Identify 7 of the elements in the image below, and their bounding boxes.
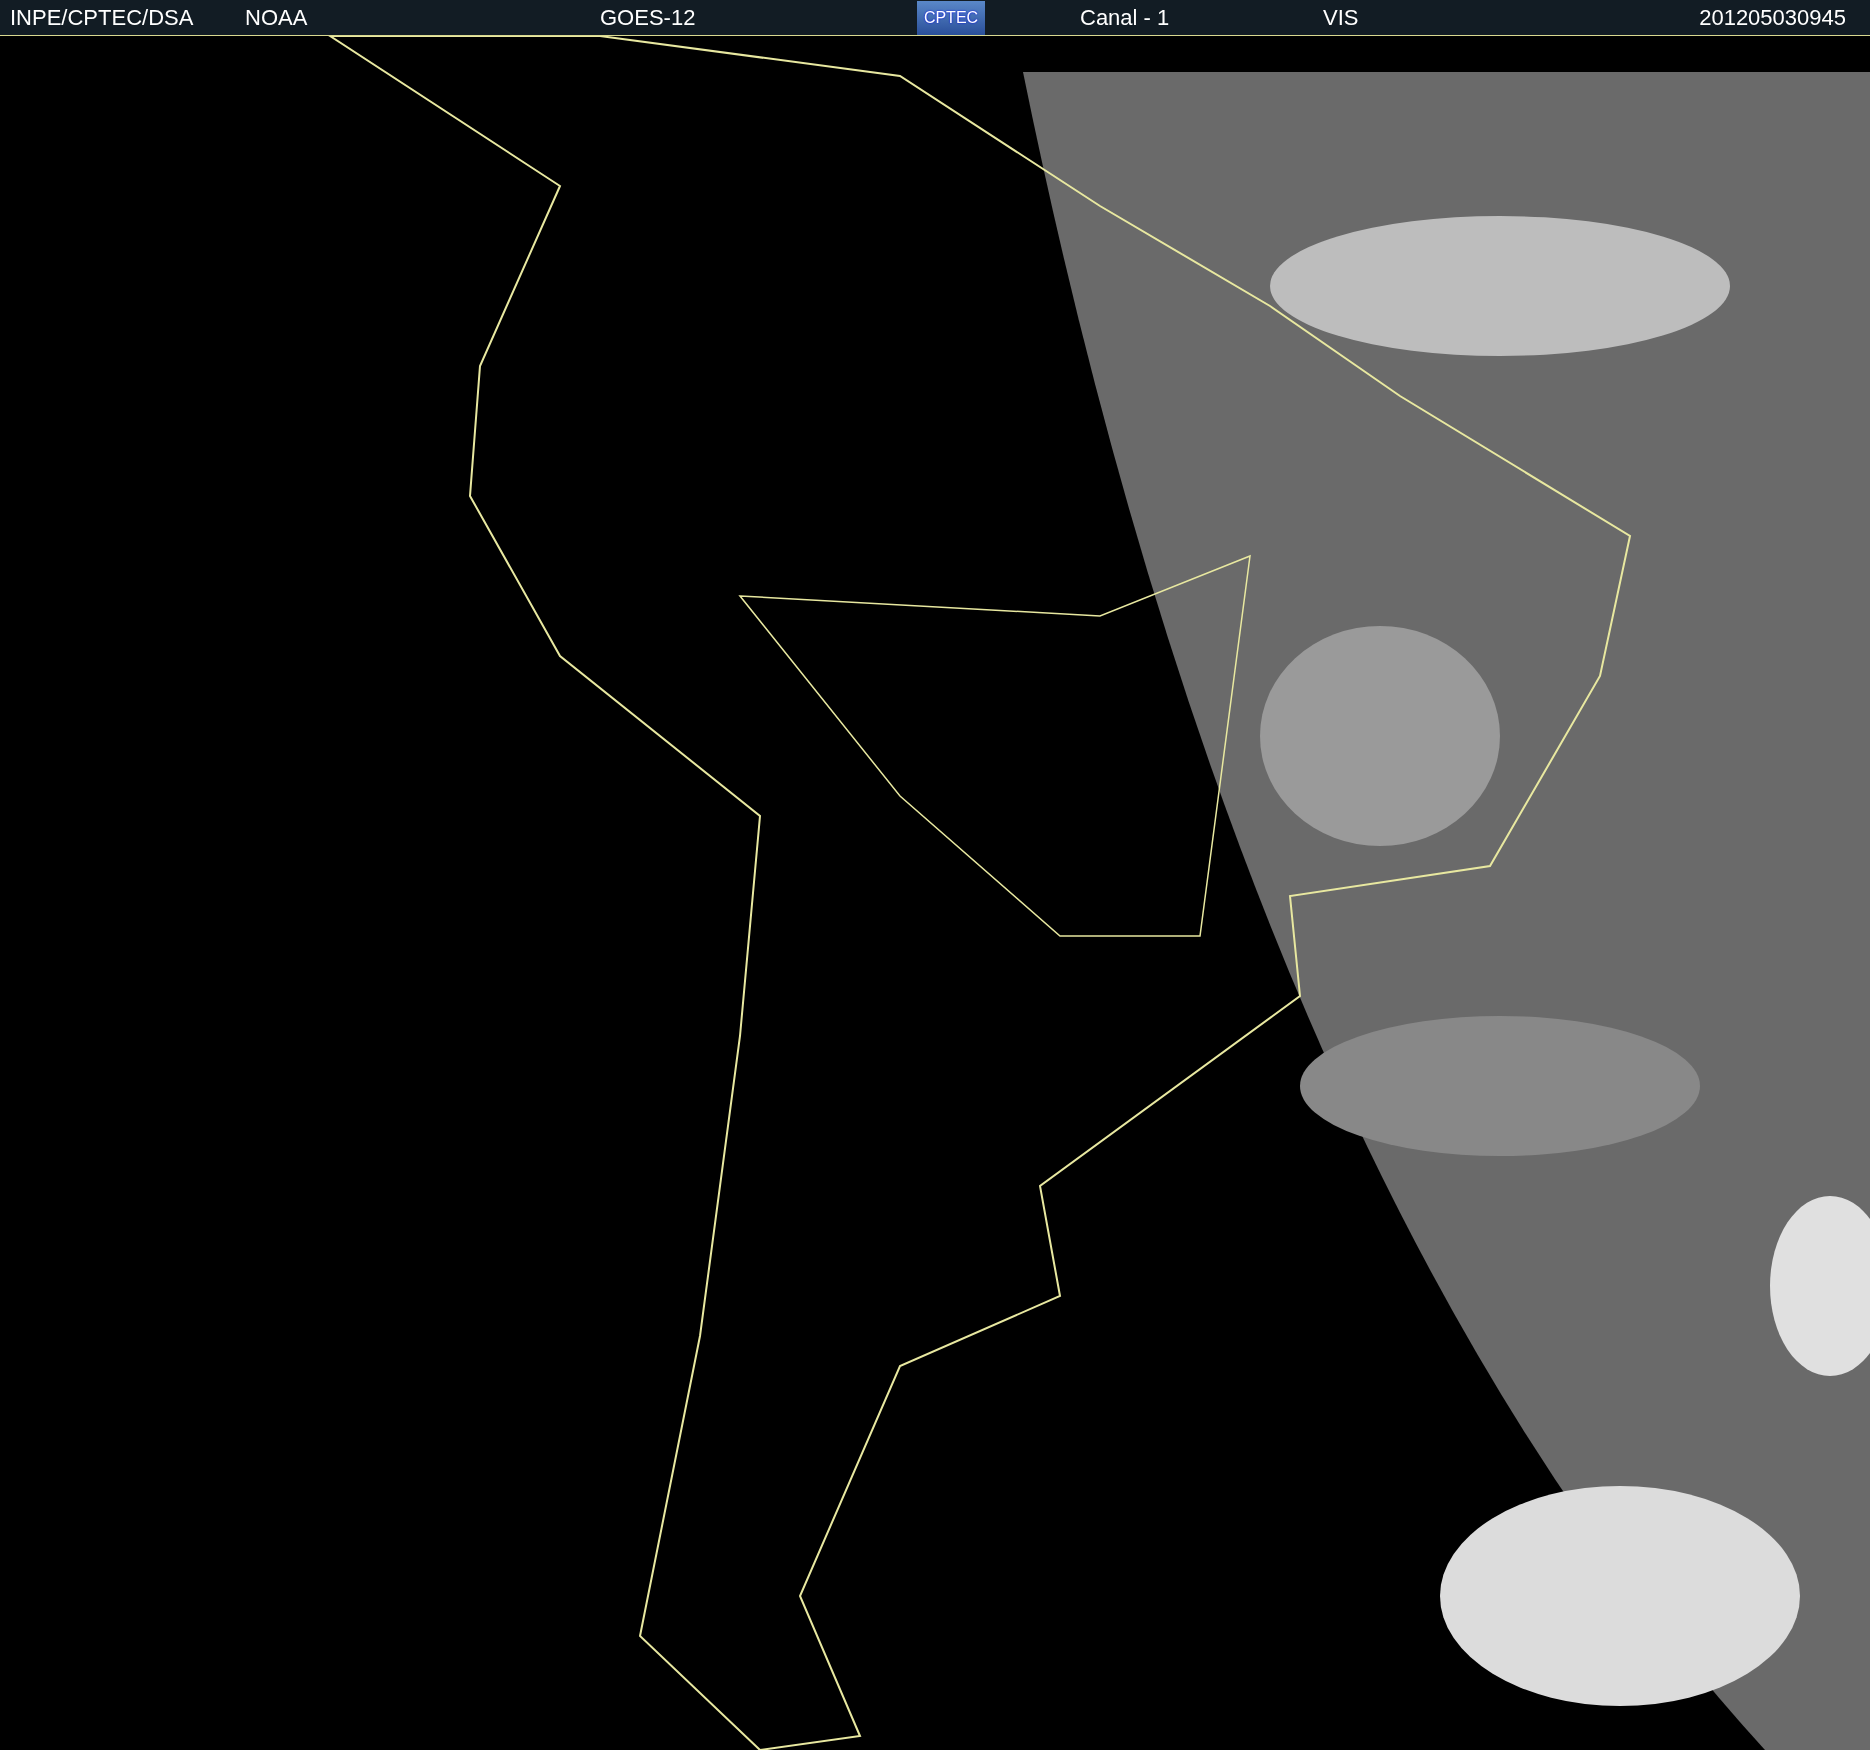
source-label: INPE/CPTEC/DSA: [9, 4, 195, 31]
logo: CPTEC: [917, 0, 985, 35]
band-label: VIS: [1323, 4, 1360, 31]
timestamp-label: 201205030945: [1699, 4, 1847, 31]
agency-label: NOAA: [245, 4, 309, 31]
channel-label: Canal - 1: [1080, 4, 1171, 31]
satellite-label: GOES-12: [600, 4, 697, 31]
